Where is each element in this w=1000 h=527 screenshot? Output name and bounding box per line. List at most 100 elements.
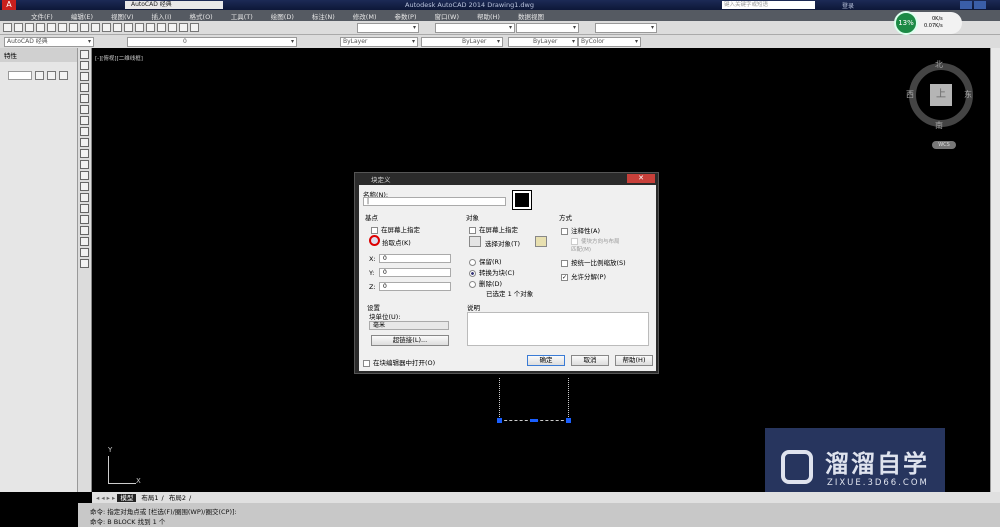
selection-combo[interactable]	[8, 71, 32, 80]
description-textarea[interactable]	[467, 312, 649, 346]
viewcube-top[interactable]: 上	[930, 84, 952, 106]
tab-nav-arrows[interactable]: ◂ ◂ ▸ ▸	[96, 494, 117, 502]
convert-radio[interactable]: 转换为块(C)	[469, 267, 515, 277]
compass-south[interactable]: 南	[935, 120, 943, 131]
menu-edit[interactable]: 编辑(E)	[62, 10, 102, 21]
mleader-style-combo[interactable]	[595, 23, 657, 33]
annotative-checkbox[interactable]: 注释性(A)	[561, 225, 600, 235]
base-onscreen-checkbox[interactable]: 在屏幕上指定	[371, 224, 420, 234]
menu-format[interactable]: 格式(O)	[181, 10, 222, 21]
pickadd-icon[interactable]	[35, 71, 44, 80]
help-button[interactable]: 帮助(H)	[615, 355, 653, 366]
tab-model[interactable]: 模型	[117, 494, 137, 502]
circle-icon[interactable]	[80, 116, 89, 125]
command-window[interactable]: 命令: 指定对角点或 [栏选(F)/圈围(WP)/圈交(CP)]: 命令: B …	[78, 503, 1000, 527]
cancel-button[interactable]: 取消	[571, 355, 609, 366]
menu-window[interactable]: 窗口(W)	[425, 10, 468, 21]
table-style-combo[interactable]	[516, 23, 579, 33]
properties-icon[interactable]	[168, 23, 177, 32]
z-field[interactable]: 0	[379, 282, 451, 291]
table-icon[interactable]	[80, 237, 89, 246]
delete-radio[interactable]: 删除(D)	[469, 278, 502, 288]
gradient-icon[interactable]	[80, 215, 89, 224]
polygon-icon[interactable]	[80, 83, 89, 92]
redo-icon[interactable]	[124, 23, 133, 32]
mtext-icon[interactable]	[80, 248, 89, 257]
menu-help[interactable]: 帮助(H)	[468, 10, 509, 21]
x-field[interactable]: 0	[379, 254, 451, 263]
plotstyle-combo[interactable]: ByColor	[578, 37, 641, 47]
workspace-switcher[interactable]: AutoCAD 经典	[125, 1, 223, 9]
grip[interactable]	[497, 418, 502, 423]
menu-insert[interactable]: 插入(I)	[143, 10, 181, 21]
revcloud-icon[interactable]	[80, 127, 89, 136]
make-block-icon[interactable]	[80, 182, 89, 191]
menu-file[interactable]: 文件(F)	[22, 10, 62, 21]
help-icon[interactable]	[190, 23, 199, 32]
linetype-combo[interactable]: ByLayer	[421, 37, 503, 47]
objects-onscreen-checkbox[interactable]: 在屏幕上指定	[469, 224, 518, 234]
minimize-button[interactable]	[960, 1, 972, 9]
copy-icon[interactable]	[80, 23, 89, 32]
menu-view[interactable]: 视图(V)	[102, 10, 143, 21]
menu-parameter[interactable]: 参数(P)	[385, 10, 425, 21]
menu-modify[interactable]: 修改(M)	[344, 10, 386, 21]
insert-block-icon[interactable]	[80, 171, 89, 180]
viewport-label[interactable]: [-][俯视][二维线框]	[95, 54, 143, 62]
ellipse-arc-icon[interactable]	[80, 160, 89, 169]
zoom-window-icon[interactable]	[157, 23, 166, 32]
name-combo[interactable]: |	[363, 197, 506, 206]
line-icon[interactable]	[80, 50, 89, 59]
match-prop-icon[interactable]	[102, 23, 111, 32]
dim-style-combo[interactable]	[435, 23, 515, 33]
save-icon[interactable]	[25, 23, 34, 32]
workspace-combo[interactable]: AutoCAD 经典	[4, 37, 94, 47]
y-field[interactable]: 0	[379, 268, 451, 277]
add-selected-icon[interactable]	[80, 259, 89, 268]
uniform-scale-checkbox[interactable]: 按统一比例缩放(S)	[561, 257, 626, 267]
login-button[interactable]: 登录	[842, 1, 854, 10]
close-button[interactable]: ✕	[627, 174, 655, 183]
lineweight-combo[interactable]: ByLayer	[508, 37, 578, 47]
quick-select-icon[interactable]	[59, 71, 68, 80]
layer-combo[interactable]: 0	[127, 37, 297, 47]
retain-radio[interactable]: 保留(R)	[469, 256, 502, 266]
point-icon[interactable]	[80, 193, 89, 202]
open-in-editor-checkbox[interactable]: 在块编辑器中打开(O)	[363, 357, 435, 367]
design-center-icon[interactable]	[179, 23, 188, 32]
cut-icon[interactable]	[69, 23, 78, 32]
ellipse-icon[interactable]	[80, 149, 89, 158]
block-unit-select[interactable]: 毫米	[369, 321, 449, 330]
block-selection-box[interactable]	[499, 378, 569, 421]
tab-layout1[interactable]: 布局1	[138, 494, 161, 502]
compass-east[interactable]: 东	[964, 89, 972, 100]
match-orientation-checkbox[interactable]: 使块方向与布局匹配(M)	[571, 237, 621, 253]
menu-draw[interactable]: 绘图(D)	[262, 10, 303, 21]
polyline-icon[interactable]	[80, 72, 89, 81]
vertical-scrollbar[interactable]	[990, 48, 1000, 492]
tab-layout2[interactable]: 布局2	[166, 494, 189, 502]
app-logo-icon[interactable]: A	[2, 0, 16, 10]
menu-dimension[interactable]: 标注(N)	[303, 10, 344, 21]
text-style-combo[interactable]	[357, 23, 419, 33]
print-icon[interactable]	[36, 23, 45, 32]
wcs-menu[interactable]: WCS	[932, 141, 956, 149]
network-widget[interactable]: 13% 0K/s 0.07K/s	[894, 11, 962, 35]
ok-button[interactable]: 确定	[527, 355, 565, 366]
zoom-icon[interactable]	[146, 23, 155, 32]
publish-icon[interactable]	[58, 23, 67, 32]
hatch-icon[interactable]	[80, 204, 89, 213]
select-objects-icon[interactable]	[469, 236, 481, 247]
allow-explode-checkbox[interactable]: ✓ 允许分解(P)	[561, 271, 606, 281]
compass-north[interactable]: 北	[935, 59, 943, 70]
preview-icon[interactable]	[47, 23, 56, 32]
pan-icon[interactable]	[135, 23, 144, 32]
hyperlink-button[interactable]: 超链接(L)...	[371, 335, 449, 346]
menu-data-view[interactable]: 数据视图	[509, 10, 553, 21]
compass-west[interactable]: 西	[906, 89, 914, 100]
paste-icon[interactable]	[91, 23, 100, 32]
rectangle-icon[interactable]	[80, 94, 89, 103]
new-icon[interactable]	[3, 23, 12, 32]
pick-point-icon[interactable]	[369, 235, 380, 246]
search-input[interactable]: 键入关键字或短语	[722, 1, 815, 9]
